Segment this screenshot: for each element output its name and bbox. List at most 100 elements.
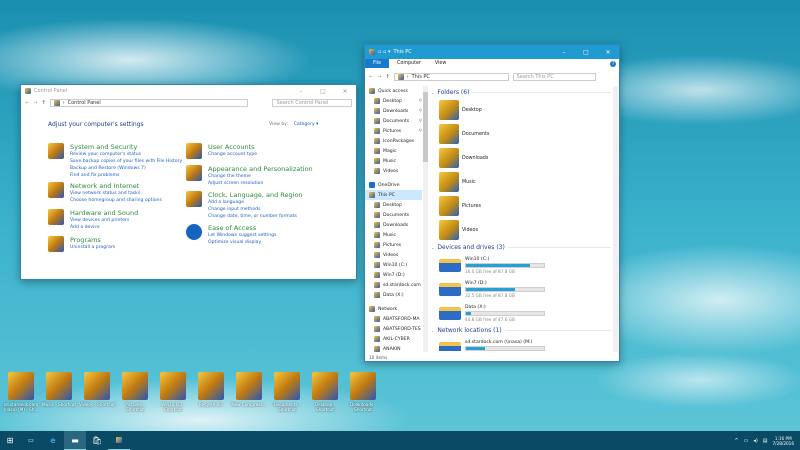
desktop-icon[interactable]: Win10 (C) - Shortcut (154, 372, 192, 412)
back-icon[interactable]: ← (25, 100, 29, 106)
category-title[interactable]: Clock, Language, and Region (208, 191, 303, 199)
nav-item[interactable]: Win7 (D:) (365, 270, 422, 280)
system-tray[interactable]: ^ ▭ ◂) ▤ 1:16 PM 7/28/2016 (734, 436, 800, 446)
category-link[interactable]: View network status and tasks (70, 190, 162, 197)
tab-file[interactable]: File (365, 59, 390, 68)
category-link[interactable]: View devices and printers (70, 217, 138, 224)
folder-item[interactable]: Downloads (431, 146, 611, 170)
nav-item[interactable]: Magic (365, 146, 422, 156)
desktop-icon[interactable]: Music - Shortcut (40, 372, 78, 407)
category-link[interactable]: Change date, time, or number formats (208, 213, 303, 220)
nav-item[interactable]: Videos (365, 166, 422, 176)
nav-item[interactable]: Desktop ⚲ (365, 96, 422, 106)
category-title[interactable]: Hardware and Sound (70, 209, 138, 217)
nav-item[interactable]: Documents ⚲ (365, 116, 422, 126)
category-title[interactable]: User Accounts (208, 143, 257, 151)
up-icon[interactable]: ↑ (385, 74, 389, 80)
nav-item[interactable]: Downloads (365, 220, 422, 230)
section-header[interactable]: ⌄ Network locations (1) (431, 327, 611, 334)
category-link[interactable]: Change input methods (208, 206, 303, 213)
search-input[interactable]: Search Control Panel (272, 98, 352, 107)
nav-item[interactable]: Documents (365, 210, 422, 220)
forward-icon[interactable]: → (33, 100, 37, 106)
category-link[interactable]: Add a language (208, 199, 303, 206)
nav-item[interactable]: Desktop (365, 200, 422, 210)
clock-time[interactable]: 1:16 PM (773, 436, 794, 441)
address-bar[interactable]: › This PC (393, 72, 509, 81)
category-link[interactable]: Review your computer's status (70, 151, 182, 158)
category-title[interactable]: Network and Internet (70, 182, 162, 190)
nav-item[interactable]: ABATSFORD-TES (365, 324, 422, 334)
nav-item[interactable]: This PC (365, 190, 422, 200)
desktop-icon[interactable]: Recycle Bin (192, 372, 230, 407)
nav-item[interactable]: Quick access (365, 86, 422, 96)
minimize-button[interactable]: – (290, 88, 312, 95)
folder-item[interactable]: Videos (431, 218, 611, 242)
section-header[interactable]: ⌄ Devices and drives (3) (431, 244, 611, 251)
section-header[interactable]: ⌄ Folders (6) (431, 89, 611, 96)
nav-item[interactable]: Network (365, 304, 422, 314)
content-scrollbar[interactable] (613, 86, 618, 352)
file-explorer-icon[interactable]: ▬ (64, 431, 86, 450)
search-input[interactable]: Search This PC (512, 72, 596, 81)
nav-item[interactable]: Data (X:) (365, 290, 422, 300)
notifications-icon[interactable]: ▤ (763, 438, 768, 444)
category-link[interactable]: Optimize visual display (208, 239, 276, 246)
category-link[interactable]: Change the theme (208, 173, 313, 180)
view-by-dropdown[interactable]: Category ▾ (294, 122, 319, 127)
category-title[interactable]: Ease of Access (208, 224, 276, 232)
folder-item[interactable]: Desktop (431, 98, 611, 122)
address-bar[interactable]: › Control Panel (49, 98, 249, 107)
store-icon[interactable]: 🛍 (86, 431, 108, 450)
desktop-icon[interactable]: Videos - Shortcut (78, 372, 116, 407)
desktop-icon[interactable]: Desktop - Shortcut (306, 372, 344, 412)
minimize-button[interactable]: – (553, 49, 575, 56)
nav-item[interactable]: Music (365, 156, 422, 166)
task-view-button[interactable]: ▭ (20, 431, 42, 450)
category-title[interactable]: System and Security (70, 143, 182, 151)
tab-view[interactable]: View (429, 61, 452, 66)
nav-item[interactable]: sd.stardock.com (365, 280, 422, 290)
drive-item[interactable]: Data (X:) 44.8 GB free of 47.6 GB (431, 301, 611, 325)
close-button[interactable]: ✕ (334, 88, 356, 95)
category-title[interactable]: Appearance and Personalization (208, 165, 313, 173)
desktop-icon[interactable]: sd.stardock.com (nasa) (M) - Sh... (2, 372, 40, 412)
help-icon[interactable]: ? (610, 60, 616, 67)
nav-item[interactable]: Videos (365, 250, 422, 260)
nav-item[interactable]: Pictures ⚲ (365, 126, 422, 136)
edge-icon[interactable]: e (42, 431, 64, 450)
category-link[interactable]: Choose homegroup and sharing options (70, 197, 162, 204)
nav-item[interactable]: Win10 (C:) (365, 260, 422, 270)
chevron-up-icon[interactable]: ^ (734, 438, 738, 444)
nav-item[interactable]: Downloads ⚲ (365, 106, 422, 116)
category-title[interactable]: Programs (70, 236, 115, 244)
control-panel-taskbar-icon[interactable] (108, 431, 130, 450)
maximize-button[interactable]: □ (575, 49, 597, 56)
tab-computer[interactable]: Computer (389, 61, 429, 66)
back-icon[interactable]: ← (369, 74, 373, 80)
drive-item[interactable]: Win7 (D:) 32.5 GB free of 87.8 GB (431, 277, 611, 301)
folder-item[interactable]: Documents (431, 122, 611, 146)
category-link[interactable]: Add a device (70, 224, 138, 231)
category-link[interactable]: Change account type (208, 151, 257, 158)
desktop-icon[interactable]: Documents - Shortcut (268, 372, 306, 412)
up-icon[interactable]: ↑ (41, 100, 45, 106)
desktop-icon[interactable]: New Compress... (230, 372, 268, 407)
category-link[interactable]: Backup and Restore (Windows 7) (70, 165, 182, 172)
category-link[interactable]: Adjust screen resolution (208, 180, 313, 187)
folder-item[interactable]: Music (431, 170, 611, 194)
close-button[interactable]: ✕ (597, 49, 619, 56)
quick-access-toolbar[interactable]: ▫ ▫ ▾ (378, 49, 390, 55)
volume-icon[interactable]: ◂) (753, 438, 757, 444)
start-button[interactable]: ⊞ (0, 431, 20, 450)
desktop-icon[interactable]: Pictures - Shortcut (116, 372, 154, 412)
nav-item[interactable]: ABATSFORD-MA (365, 314, 422, 324)
network-icon[interactable]: ▭ (744, 438, 749, 444)
category-link[interactable]: Find and fix problems (70, 172, 182, 179)
maximize-button[interactable]: □ (312, 88, 334, 95)
nav-item[interactable]: OneDrive (365, 180, 422, 190)
drive-item[interactable]: Win10 (C:) 16.0 GB free of 87.8 GB (431, 253, 611, 277)
category-link[interactable]: Save backup copies of your files with Fi… (70, 158, 182, 165)
desktop-icon[interactable]: Downloads - Shortcut (344, 372, 382, 412)
nav-item[interactable]: IconPackages (365, 136, 422, 146)
